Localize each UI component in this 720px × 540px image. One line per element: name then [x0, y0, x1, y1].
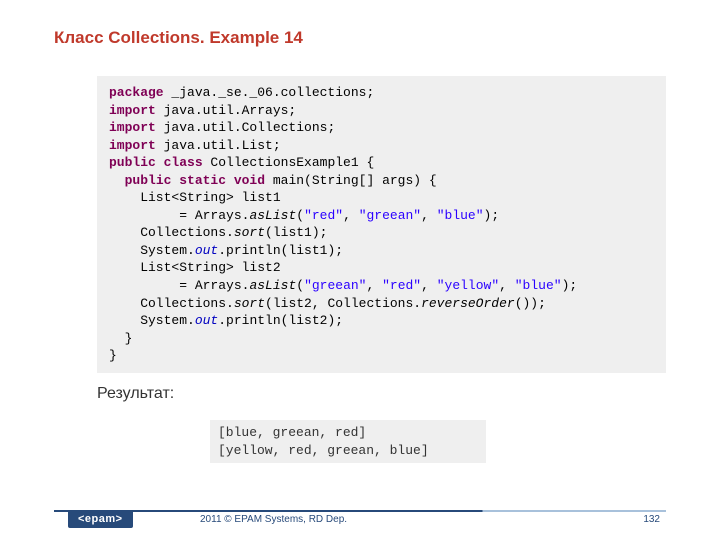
- output-block: [blue, greean, red][yellow, red, greean,…: [210, 420, 486, 463]
- page-number: 132: [643, 514, 660, 525]
- code-text: _java._se._06.collections;: [164, 85, 375, 100]
- code-text: Collections.: [109, 296, 234, 311]
- code-field: out: [195, 313, 218, 328]
- code-text: Collections.: [109, 225, 234, 240]
- code-text: CollectionsExample1 {: [203, 155, 375, 170]
- code-kw: package: [109, 85, 164, 100]
- copyright-text: 2011 © EPAM Systems, RD Dep.: [200, 514, 347, 525]
- code-text: .println(list1);: [218, 243, 343, 258]
- code-kw: import: [109, 103, 156, 118]
- code-block: package _java._se._06.collections; impor…: [97, 76, 666, 373]
- code-field: out: [195, 243, 218, 258]
- code-text: ,: [421, 278, 437, 293]
- footer: <epam> 2011 © EPAM Systems, RD Dep. 132: [0, 502, 720, 528]
- code-text: = Arrays.: [109, 208, 249, 223]
- code-text: );: [562, 278, 578, 293]
- output-line: [yellow, red, greean, blue]: [218, 442, 478, 460]
- code-text: (: [296, 208, 304, 223]
- code-static: asList: [249, 278, 296, 293]
- code-text: (list1);: [265, 225, 327, 240]
- output-line: [blue, greean, red]: [218, 424, 478, 442]
- code-static: sort: [234, 296, 265, 311]
- code-string: "red": [382, 278, 421, 293]
- slide-title: Класс Collections. Example 14: [0, 0, 720, 48]
- code-text: (list2, Collections.: [265, 296, 421, 311]
- code-text: [109, 173, 125, 188]
- code-string: "blue": [437, 208, 484, 223]
- code-string: "red": [304, 208, 343, 223]
- result-label: Результат:: [97, 385, 720, 403]
- code-text: ());: [515, 296, 546, 311]
- code-text: (: [296, 278, 304, 293]
- code-text: System.: [109, 313, 195, 328]
- code-text: java.util.List;: [156, 138, 281, 153]
- code-static: reverseOrder: [421, 296, 515, 311]
- code-kw: import: [109, 120, 156, 135]
- code-text: List<String> list1: [109, 190, 281, 205]
- code-text: ,: [366, 278, 382, 293]
- code-kw: import: [109, 138, 156, 153]
- code-kw: public class: [109, 155, 203, 170]
- code-text: main(String[] args) {: [265, 173, 437, 188]
- code-text: }: [109, 331, 132, 346]
- code-text: = Arrays.: [109, 278, 249, 293]
- code-string: "yellow": [437, 278, 499, 293]
- code-kw: public static void: [125, 173, 265, 188]
- code-static: sort: [234, 225, 265, 240]
- code-text: java.util.Collections;: [156, 120, 335, 135]
- code-text: .println(list2);: [218, 313, 343, 328]
- code-text: java.util.Arrays;: [156, 103, 296, 118]
- epam-logo: <epam>: [68, 510, 133, 528]
- code-string: "greean": [304, 278, 366, 293]
- code-static: asList: [249, 208, 296, 223]
- code-text: ,: [421, 208, 437, 223]
- code-string: "greean": [359, 208, 421, 223]
- footer-divider: [54, 510, 666, 512]
- code-text: );: [484, 208, 500, 223]
- code-text: }: [109, 348, 117, 363]
- code-text: ,: [499, 278, 515, 293]
- code-string: "blue": [515, 278, 562, 293]
- code-text: List<String> list2: [109, 260, 281, 275]
- code-text: System.: [109, 243, 195, 258]
- code-text: ,: [343, 208, 359, 223]
